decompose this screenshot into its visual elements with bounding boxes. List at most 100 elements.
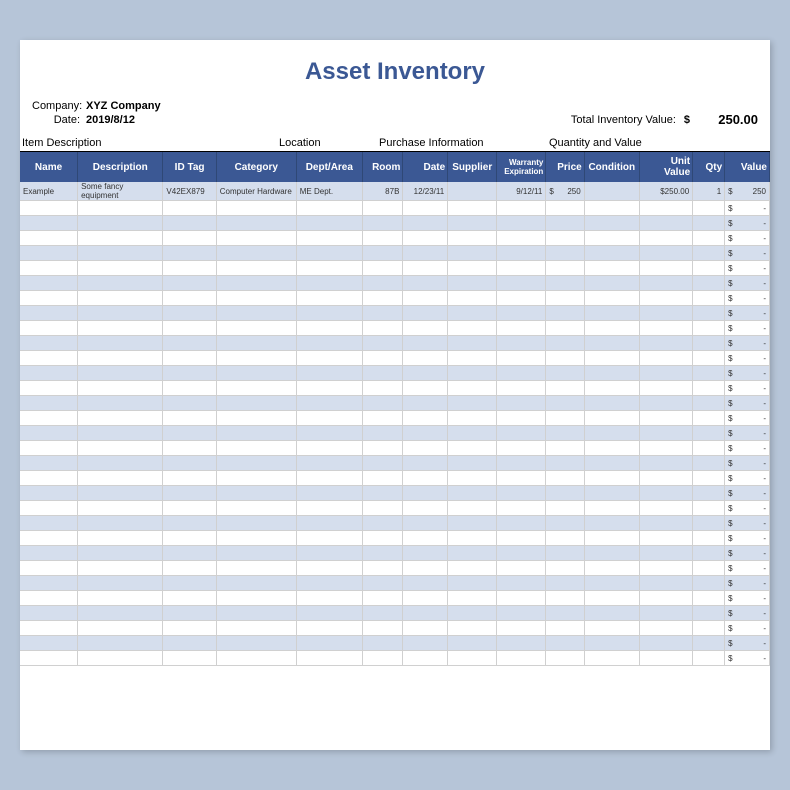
cell-empty[interactable]: [546, 201, 584, 216]
cell-empty[interactable]: [497, 591, 546, 606]
cell-empty[interactable]: [546, 636, 584, 651]
cell-empty[interactable]: $-: [725, 651, 770, 666]
cell-empty[interactable]: [216, 411, 296, 426]
cell-empty[interactable]: [216, 381, 296, 396]
cell-empty[interactable]: [639, 441, 692, 456]
cell-empty[interactable]: [584, 381, 639, 396]
cell-empty[interactable]: [584, 621, 639, 636]
cell-empty[interactable]: [497, 486, 546, 501]
cell-empty[interactable]: [584, 306, 639, 321]
cell-empty[interactable]: [296, 396, 362, 411]
cell-empty[interactable]: [78, 651, 163, 666]
cell-empty[interactable]: [78, 561, 163, 576]
cell-empty[interactable]: [362, 411, 403, 426]
cell-empty[interactable]: [296, 276, 362, 291]
cell-empty[interactable]: [163, 471, 216, 486]
cell-empty[interactable]: [296, 486, 362, 501]
cell-empty[interactable]: [448, 411, 497, 426]
cell-empty[interactable]: [448, 456, 497, 471]
cell-empty[interactable]: [78, 321, 163, 336]
cell-empty[interactable]: [584, 561, 639, 576]
cell-empty[interactable]: [546, 216, 584, 231]
cell-empty[interactable]: [216, 456, 296, 471]
cell-empty[interactable]: [497, 471, 546, 486]
cell-empty[interactable]: [296, 261, 362, 276]
cell-empty[interactable]: [20, 426, 78, 441]
cell-empty[interactable]: $-: [725, 456, 770, 471]
cell-empty[interactable]: [546, 366, 584, 381]
cell-empty[interactable]: [163, 456, 216, 471]
cell-empty[interactable]: [362, 396, 403, 411]
cell-empty[interactable]: [20, 381, 78, 396]
cell-empty[interactable]: [448, 396, 497, 411]
cell-empty[interactable]: [448, 426, 497, 441]
cell-room[interactable]: 87B: [362, 182, 403, 201]
cell-empty[interactable]: [693, 456, 725, 471]
cell-empty[interactable]: [693, 291, 725, 306]
cell-empty[interactable]: [403, 321, 448, 336]
cell-empty[interactable]: [296, 456, 362, 471]
table-row[interactable]: $-: [20, 246, 770, 261]
cell-empty[interactable]: [639, 471, 692, 486]
cell-empty[interactable]: [20, 486, 78, 501]
cell-empty[interactable]: $-: [725, 246, 770, 261]
cell-empty[interactable]: [497, 231, 546, 246]
cell-empty[interactable]: [497, 276, 546, 291]
cell-empty[interactable]: [584, 576, 639, 591]
cell-empty[interactable]: [448, 546, 497, 561]
cell-empty[interactable]: [546, 261, 584, 276]
cell-empty[interactable]: [20, 561, 78, 576]
cell-empty[interactable]: [163, 606, 216, 621]
cell-empty[interactable]: [216, 231, 296, 246]
cell-empty[interactable]: [546, 231, 584, 246]
cell-empty[interactable]: $-: [725, 231, 770, 246]
table-row[interactable]: $-: [20, 531, 770, 546]
cell-empty[interactable]: [448, 291, 497, 306]
cell-empty[interactable]: [448, 306, 497, 321]
cell-empty[interactable]: [584, 411, 639, 426]
cell-empty[interactable]: [403, 216, 448, 231]
cell-empty[interactable]: [296, 291, 362, 306]
cell-empty[interactable]: [584, 531, 639, 546]
cell-price[interactable]: $250: [546, 182, 584, 201]
cell-empty[interactable]: [693, 636, 725, 651]
cell-empty[interactable]: [584, 426, 639, 441]
table-row[interactable]: $-: [20, 546, 770, 561]
cell-empty[interactable]: [20, 606, 78, 621]
cell-empty[interactable]: [693, 606, 725, 621]
cell-empty[interactable]: [403, 261, 448, 276]
cell-empty[interactable]: [448, 486, 497, 501]
cell-empty[interactable]: [20, 516, 78, 531]
cell-empty[interactable]: [216, 201, 296, 216]
cell-empty[interactable]: [20, 351, 78, 366]
cell-empty[interactable]: [78, 306, 163, 321]
cell-empty[interactable]: [78, 351, 163, 366]
cell-empty[interactable]: [639, 291, 692, 306]
cell-empty[interactable]: [78, 291, 163, 306]
cell-empty[interactable]: [497, 411, 546, 426]
cell-empty[interactable]: [448, 246, 497, 261]
cell-empty[interactable]: [20, 441, 78, 456]
cell-empty[interactable]: [362, 456, 403, 471]
cell-empty[interactable]: $-: [725, 441, 770, 456]
cell-empty[interactable]: [78, 636, 163, 651]
cell-empty[interactable]: [448, 216, 497, 231]
cell-empty[interactable]: [448, 231, 497, 246]
cell-empty[interactable]: [497, 546, 546, 561]
cell-empty[interactable]: [448, 576, 497, 591]
cell-empty[interactable]: [163, 531, 216, 546]
table-row[interactable]: $-: [20, 231, 770, 246]
cell-empty[interactable]: [163, 516, 216, 531]
cell-empty[interactable]: [20, 651, 78, 666]
cell-empty[interactable]: [497, 636, 546, 651]
cell-empty[interactable]: [78, 441, 163, 456]
cell-empty[interactable]: [216, 396, 296, 411]
cell-empty[interactable]: [639, 381, 692, 396]
cell-empty[interactable]: [78, 261, 163, 276]
cell-empty[interactable]: [163, 591, 216, 606]
cell-empty[interactable]: [546, 606, 584, 621]
table-row[interactable]: $-: [20, 396, 770, 411]
cell-empty[interactable]: [163, 321, 216, 336]
cell-empty[interactable]: [448, 351, 497, 366]
table-row[interactable]: $-: [20, 306, 770, 321]
